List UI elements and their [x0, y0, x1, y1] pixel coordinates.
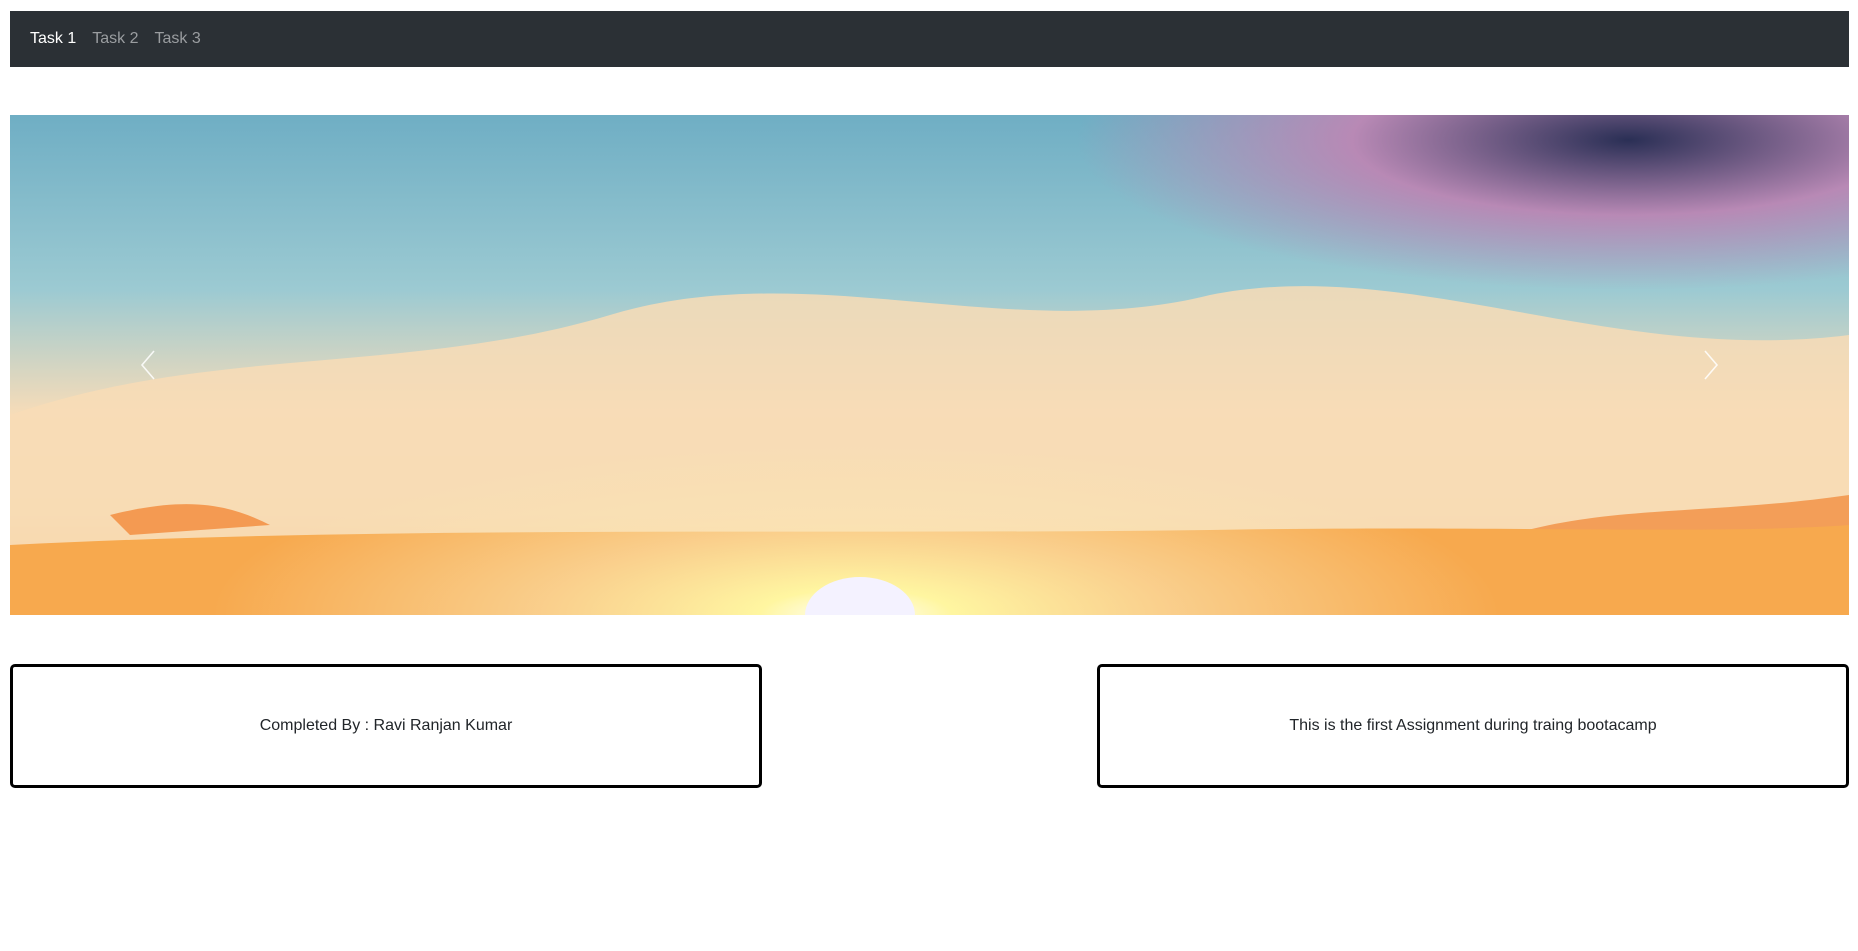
nav-task-2[interactable]: Task 2: [92, 11, 138, 67]
completed-by-text: Completed By : Ravi Ranjan Kumar: [259, 717, 513, 734]
chevron-left-icon: [140, 350, 155, 380]
image-carousel: [10, 115, 1849, 615]
top-navbar: Task 1 Task 2 Task 3: [10, 11, 1849, 67]
carousel-next-button[interactable]: [1573, 115, 1849, 615]
carousel-prev-button[interactable]: [10, 115, 286, 615]
assignment-description-text: This is the first Assignment during trai…: [1289, 717, 1657, 734]
chevron-right-icon: [1704, 350, 1719, 380]
completed-by-box: Completed By : Ravi Ranjan Kumar: [10, 664, 762, 788]
assignment-description-box: This is the first Assignment during trai…: [1097, 664, 1849, 788]
nav-task-1[interactable]: Task 1: [30, 11, 76, 67]
nav-task-3[interactable]: Task 3: [155, 11, 201, 67]
